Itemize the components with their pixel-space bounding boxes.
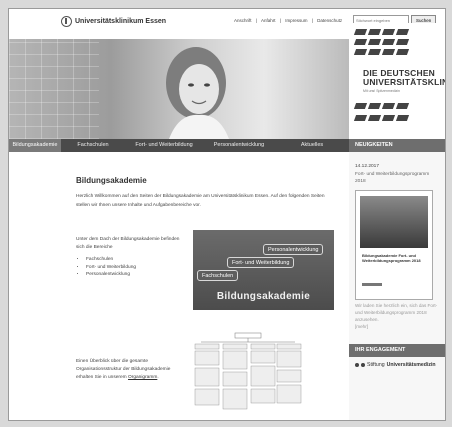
cover-photo — [360, 196, 428, 248]
top-links: Anschrift | Anfahrt | Impressum | Datens… — [234, 18, 345, 23]
link-impressum[interactable]: Impressum — [285, 18, 307, 23]
link-anfahrt[interactable]: Anfahrt — [261, 18, 276, 23]
link-separator: | — [255, 18, 257, 23]
news-title[interactable]: Fort- und Weiterbildungsprogramm 2018 — [355, 171, 441, 185]
page-title: Bildungsakademie — [76, 176, 147, 185]
engage-bold: Universitätsmedizin — [386, 362, 436, 368]
engagement-heading: IHR ENGAGEMENT — [349, 344, 445, 357]
organigram-thumbnail[interactable] — [193, 332, 303, 412]
area-list: Fachschulen Fort- und Weiterbildung Pers… — [76, 256, 196, 279]
news-heading: NEUIGKEITEN — [349, 139, 445, 152]
link-anschrift[interactable]: Anschrift — [234, 18, 252, 23]
engagement-link[interactable]: Stiftung Universitätsmedizin — [355, 362, 436, 368]
news-description: Wir laden Sie herzlich ein, sich das For… — [355, 302, 441, 330]
bullet-icon — [355, 363, 359, 367]
list-item: Fort- und Weiterbildung — [86, 264, 196, 272]
cover-logo — [362, 283, 382, 286]
academy-graphic: Personalentwicklung Fort- und Weiterbild… — [193, 230, 334, 310]
nav-item-fachschulen[interactable]: Fachschulen — [61, 139, 125, 152]
graphic-box-fort-weiterbildung: Fort- und Weiterbildung — [227, 257, 295, 268]
brand-mark-icon — [353, 115, 410, 121]
news-more-link[interactable]: [mehr] — [355, 324, 368, 329]
link-separator: | — [311, 18, 313, 23]
main-nav: Bildungsakademie Fachschulen Fort- und W… — [9, 139, 349, 152]
brand-subtitle: Mit uns! Spitzenmedizin — [363, 89, 400, 93]
graphic-box-personalentwicklung: Personalentwicklung — [263, 244, 324, 255]
hero-portrait — [166, 47, 229, 139]
site-logo[interactable]: Universitätsklinikum Essen — [61, 16, 166, 27]
duk-brand-logo[interactable]: DIE DEUTSCHEN UNIVERSITÄTSKLINIKA Mit un… — [349, 23, 445, 139]
nav-item-bildungsakademie[interactable]: Bildungsakademie — [9, 139, 61, 152]
nav-item-aktuelles[interactable]: Aktuelles — [275, 139, 349, 152]
nav-item-fort-weiterbildung[interactable]: Fort- und Weiterbildung — [125, 139, 203, 152]
bullet-icon — [361, 363, 365, 367]
list-item: Personalentwicklung — [86, 271, 196, 279]
graphic-box-fachschulen: Fachschulen — [197, 270, 239, 281]
intro-text: Herzlich Willkommen auf den Seiten der B… — [76, 194, 325, 208]
brand-mark-icon — [353, 103, 410, 109]
brochure-cover-image[interactable]: Bildungsakademie Fort- und Weiterbildung… — [355, 190, 433, 300]
news-description-text: Wir laden Sie herzlich ein, sich das For… — [355, 303, 438, 322]
graphic-title: Bildungsakademie — [216, 291, 311, 302]
list-item: Fachschulen — [86, 256, 196, 264]
main-content: Bildungsakademie Herzlich Willkommen auf… — [9, 152, 349, 420]
org-text-body: Einen Überblick über die gesamte Organis… — [76, 359, 171, 380]
site-header: Universitätsklinikum Essen Anschrift | A… — [9, 9, 349, 39]
nav-item-personalentwicklung[interactable]: Personalentwicklung — [203, 139, 275, 152]
cover-caption: Bildungsakademie Fort- und Weiterbildung… — [362, 253, 421, 263]
organigramm-link[interactable]: Organigramm — [128, 375, 157, 380]
clinic-logo-icon — [61, 16, 72, 27]
brand-mark-icon — [353, 39, 410, 45]
news-date: 14.12.2017 — [355, 164, 380, 169]
org-text: Einen Überblick über die gesamte Organis… — [76, 359, 171, 380]
brand-mark-icon — [353, 49, 410, 55]
engage-plain: Stiftung — [367, 362, 385, 368]
brand-title: DIE DEUTSCHEN UNIVERSITÄTSKLINIKA — [363, 69, 445, 87]
sidebar: 14.12.2017 Fort- und Weiterbildungsprogr… — [349, 152, 445, 420]
hero-building-pattern — [9, 39, 99, 139]
roof-text: Unter dem Dach der Bildungsakademie befi… — [76, 237, 180, 250]
logo-text: Universitätsklinikum Essen — [75, 18, 167, 25]
brand-line-2: UNIVERSITÄTSKLINIKA — [363, 77, 445, 87]
link-separator: | — [279, 18, 281, 23]
brand-mark-icon — [353, 29, 410, 35]
link-datenschutz[interactable]: Datenschutz — [317, 18, 342, 23]
hero-image — [9, 39, 349, 139]
browser-page: Universitätsklinikum Essen Anschrift | A… — [8, 8, 446, 421]
